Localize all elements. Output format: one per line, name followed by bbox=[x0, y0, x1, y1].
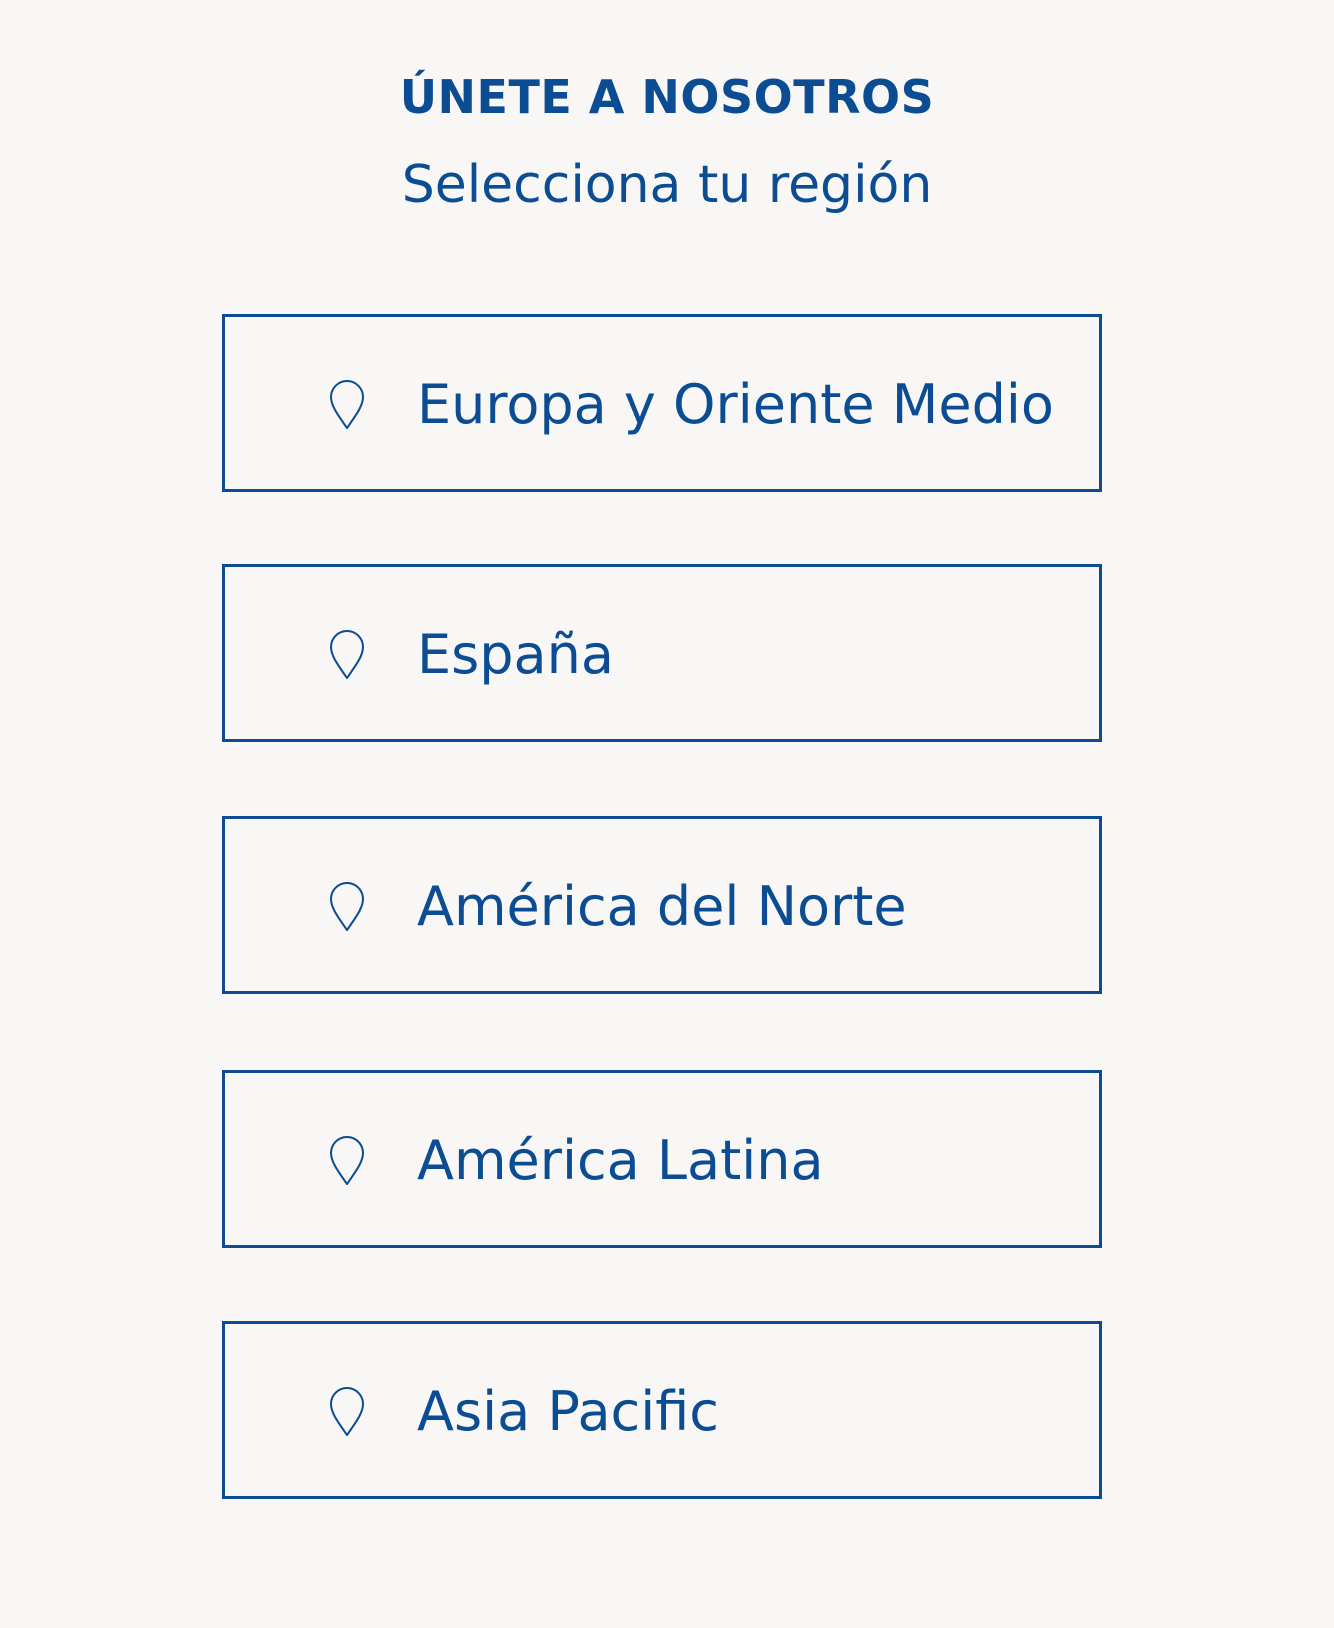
region-label: Europa y Oriente Medio bbox=[417, 373, 1054, 436]
region-option-europe-middle-east[interactable]: Europa y Oriente Medio bbox=[222, 314, 1102, 492]
map-pin-icon bbox=[330, 1387, 364, 1436]
region-option-spain[interactable]: España bbox=[222, 564, 1102, 742]
map-pin-icon bbox=[330, 1136, 364, 1185]
region-label: América del Norte bbox=[417, 875, 907, 938]
map-pin-icon bbox=[330, 630, 364, 679]
region-label: América Latina bbox=[417, 1129, 824, 1192]
page-subtitle: Selecciona tu región bbox=[401, 155, 933, 215]
region-option-north-america[interactable]: América del Norte bbox=[222, 816, 1102, 994]
page-title: ÚNETE A NOSOTROS bbox=[399, 70, 935, 124]
region-option-latin-america[interactable]: América Latina bbox=[222, 1070, 1102, 1248]
map-pin-icon bbox=[330, 380, 364, 429]
region-option-asia-pacific[interactable]: Asia Pacific bbox=[222, 1321, 1102, 1499]
region-label: Asia Pacific bbox=[417, 1380, 719, 1443]
region-label: España bbox=[417, 623, 614, 686]
map-pin-icon bbox=[330, 882, 364, 931]
